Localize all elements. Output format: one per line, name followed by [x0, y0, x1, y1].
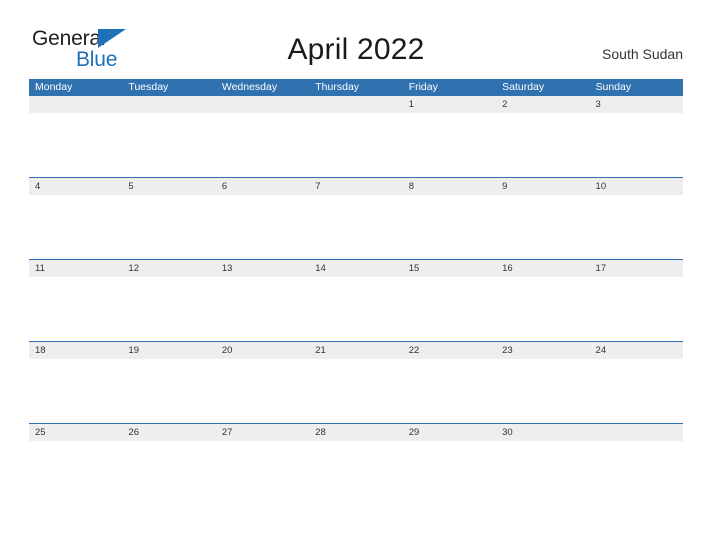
week-event-area	[29, 441, 683, 505]
weekday-header-friday: Friday	[408, 81, 438, 93]
week-event-area	[29, 277, 683, 341]
calendar-week-row: 18 19 20 21 22 23 24	[29, 341, 683, 423]
week-event-area	[29, 113, 683, 177]
weekday-header-sunday: Sunday	[595, 81, 632, 93]
day-cell[interactable]: 27	[216, 424, 309, 441]
day-cell[interactable]: 29	[403, 424, 496, 441]
week-event-area	[29, 195, 683, 259]
day-event-slot[interactable]	[29, 441, 122, 505]
day-event-slot[interactable]	[29, 195, 122, 259]
day-event-slot[interactable]	[590, 441, 683, 505]
day-cell[interactable]	[216, 96, 309, 113]
day-event-slot[interactable]	[216, 441, 309, 505]
day-event-slot[interactable]	[496, 359, 589, 423]
day-cell[interactable]: 21	[309, 342, 402, 359]
calendar-week-row: 25 26 27 28 29 30	[29, 423, 683, 505]
day-event-slot[interactable]	[403, 277, 496, 341]
day-cell[interactable]: 13	[216, 260, 309, 277]
locale-label: South Sudan	[602, 46, 683, 62]
day-event-slot[interactable]	[496, 441, 589, 505]
day-event-slot[interactable]	[309, 113, 402, 177]
day-event-slot[interactable]	[496, 113, 589, 177]
day-cell[interactable]	[590, 424, 683, 441]
day-event-slot[interactable]	[29, 277, 122, 341]
day-cell[interactable]: 16	[496, 260, 589, 277]
day-event-slot[interactable]	[122, 113, 215, 177]
day-cell[interactable]: 10	[590, 178, 683, 195]
day-event-slot[interactable]	[122, 359, 215, 423]
weekday-header-monday: Monday	[35, 81, 73, 93]
week-date-band: 1 2 3	[29, 96, 683, 113]
calendar-week-row: 4 5 6 7 8 9 10	[29, 177, 683, 259]
day-cell[interactable]	[29, 96, 122, 113]
week-date-band: 25 26 27 28 29 30	[29, 423, 683, 441]
day-event-slot[interactable]	[403, 195, 496, 259]
day-event-slot[interactable]	[309, 359, 402, 423]
weekday-header-row: Monday Tuesday Wednesday Thursday Friday…	[29, 79, 683, 96]
day-cell[interactable]: 22	[403, 342, 496, 359]
day-event-slot[interactable]	[590, 359, 683, 423]
day-cell[interactable]: 18	[29, 342, 122, 359]
day-event-slot[interactable]	[403, 441, 496, 505]
calendar-week-row: 11 12 13 14 15 16 17	[29, 259, 683, 341]
day-cell[interactable]: 4	[29, 178, 122, 195]
week-date-band: 18 19 20 21 22 23 24	[29, 341, 683, 359]
day-cell[interactable]: 26	[122, 424, 215, 441]
day-cell[interactable]: 30	[496, 424, 589, 441]
day-event-slot[interactable]	[122, 195, 215, 259]
day-cell[interactable]: 19	[122, 342, 215, 359]
day-cell[interactable]: 9	[496, 178, 589, 195]
day-cell[interactable]: 25	[29, 424, 122, 441]
day-event-slot[interactable]	[403, 359, 496, 423]
day-cell[interactable]: 15	[403, 260, 496, 277]
day-cell[interactable]: 3	[590, 96, 683, 113]
day-event-slot[interactable]	[496, 277, 589, 341]
day-event-slot[interactable]	[590, 113, 683, 177]
weekday-header-tuesday: Tuesday	[128, 81, 169, 93]
day-cell[interactable]: 24	[590, 342, 683, 359]
day-cell[interactable]: 1	[403, 96, 496, 113]
day-event-slot[interactable]	[403, 113, 496, 177]
day-event-slot[interactable]	[309, 195, 402, 259]
day-event-slot[interactable]	[309, 277, 402, 341]
day-event-slot[interactable]	[216, 113, 309, 177]
day-cell[interactable]: 5	[122, 178, 215, 195]
day-cell[interactable]: 12	[122, 260, 215, 277]
weekday-header-wednesday: Wednesday	[221, 81, 278, 93]
week-date-band: 4 5 6 7 8 9 10	[29, 177, 683, 195]
day-cell[interactable]: 17	[590, 260, 683, 277]
calendar-grid: Monday Tuesday Wednesday Thursday Friday…	[29, 79, 683, 505]
day-event-slot[interactable]	[496, 195, 589, 259]
page-header: General Blue April 2022 South Sudan	[0, 0, 712, 79]
day-event-slot[interactable]	[122, 277, 215, 341]
day-event-slot[interactable]	[590, 277, 683, 341]
day-event-slot[interactable]	[309, 441, 402, 505]
day-cell[interactable]: 28	[309, 424, 402, 441]
day-cell[interactable]: 7	[309, 178, 402, 195]
week-date-band: 11 12 13 14 15 16 17	[29, 259, 683, 277]
day-event-slot[interactable]	[122, 441, 215, 505]
day-cell[interactable]: 23	[496, 342, 589, 359]
day-cell[interactable]: 2	[496, 96, 589, 113]
day-cell[interactable]: 14	[309, 260, 402, 277]
weekday-header-saturday: Saturday	[502, 81, 545, 93]
calendar-week-row: 1 2 3	[29, 96, 683, 177]
day-cell[interactable]	[309, 96, 402, 113]
day-cell[interactable]: 8	[403, 178, 496, 195]
day-cell[interactable]	[122, 96, 215, 113]
day-event-slot[interactable]	[29, 359, 122, 423]
week-event-area	[29, 359, 683, 423]
day-event-slot[interactable]	[216, 277, 309, 341]
day-event-slot[interactable]	[29, 113, 122, 177]
day-event-slot[interactable]	[216, 195, 309, 259]
weekday-header-thursday: Thursday	[315, 81, 360, 93]
day-cell[interactable]: 11	[29, 260, 122, 277]
day-event-slot[interactable]	[590, 195, 683, 259]
day-event-slot[interactable]	[216, 359, 309, 423]
day-cell[interactable]: 20	[216, 342, 309, 359]
day-cell[interactable]: 6	[216, 178, 309, 195]
